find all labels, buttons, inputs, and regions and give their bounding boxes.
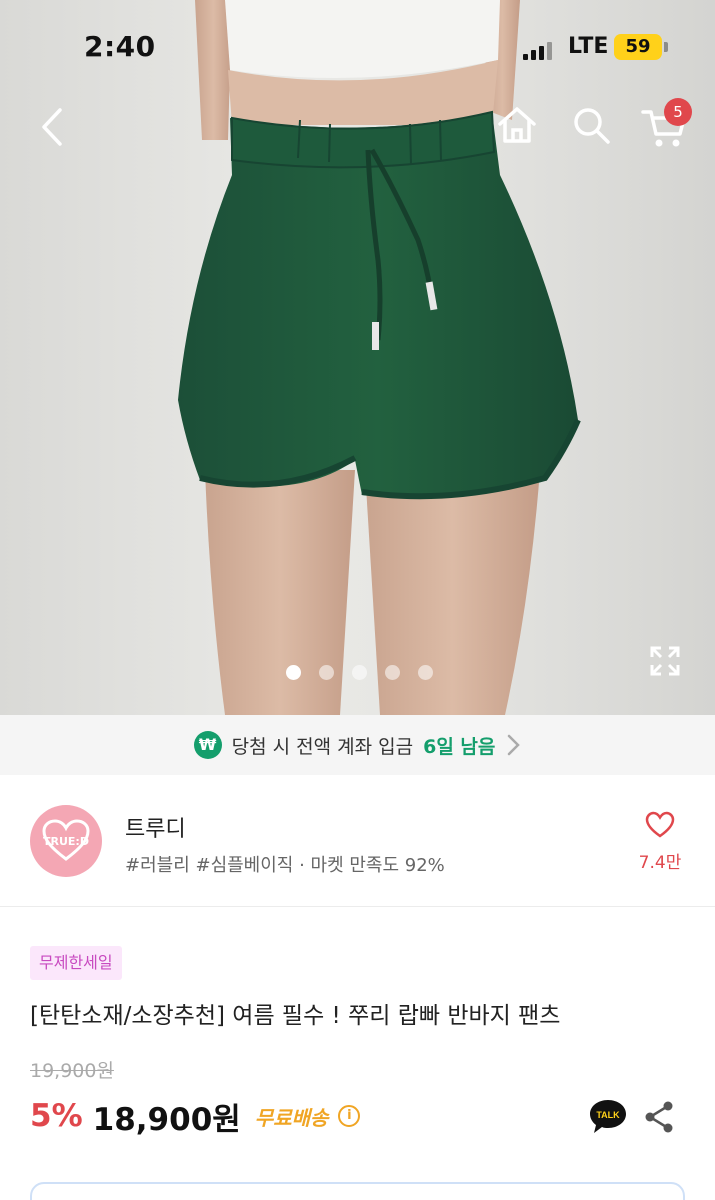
heart-icon[interactable]: [645, 811, 675, 839]
sale-badge: 무제한세일: [30, 946, 122, 980]
won-icon: ₩: [193, 731, 222, 759]
gallery-pagination: [286, 665, 433, 681]
cart-count-badge: 5: [664, 98, 692, 126]
signal-icon: [523, 42, 552, 60]
event-banner[interactable]: ₩ 당첨 시 전액 계좌 입금 6일 남음: [0, 715, 715, 775]
gallery-dot[interactable]: [418, 665, 433, 680]
gallery-dot[interactable]: [352, 665, 367, 680]
back-arrow-icon[interactable]: [36, 104, 68, 150]
gallery-dot[interactable]: [319, 665, 334, 680]
product-image[interactable]: 2:40 LTE 59 5: [0, 0, 715, 715]
store-section[interactable]: TRUE:D 트루디 #러블리 #심플베이직 · 마켓 만족도 92% 7.4만: [0, 775, 715, 907]
like-count: 7.4만: [638, 853, 682, 873]
price-row: 5% 18,900원 무료배송 i: [30, 1094, 361, 1138]
status-bar: 2:40 LTE 59: [0, 0, 715, 96]
info-icon[interactable]: i: [338, 1105, 361, 1127]
event-days-left: 6일 남음: [423, 735, 496, 758]
free-shipping-label: 무료배송: [254, 1105, 329, 1130]
sale-price: 18,900원: [92, 1101, 241, 1138]
search-icon[interactable]: [570, 104, 612, 146]
expand-icon[interactable]: [650, 646, 680, 676]
talk-icon-label: TALK: [596, 1110, 620, 1120]
network-type: LTE: [568, 34, 609, 59]
store-name[interactable]: 트루디: [125, 811, 186, 843]
home-icon[interactable]: [496, 104, 538, 146]
store-logo-text: TRUE:D: [43, 835, 89, 848]
event-text: 당첨 시 전액 계좌 입금: [231, 735, 414, 758]
bottom-card[interactable]: [30, 1182, 685, 1200]
gallery-dot[interactable]: [385, 665, 400, 680]
talk-icon[interactable]: TALK: [588, 1096, 628, 1136]
status-time: 2:40: [84, 30, 156, 63]
chevron-right-icon: [508, 734, 521, 756]
battery-icon: 59: [614, 34, 668, 60]
store-logo[interactable]: TRUE:D: [30, 805, 102, 877]
store-tags: #러블리 #심플베이직 · 마켓 만족도 92%: [125, 855, 445, 876]
discount-rate: 5%: [30, 1098, 83, 1134]
share-icon[interactable]: [644, 1100, 674, 1134]
product-title: [탄탄소재/소장추천] 여름 필수 ! 쭈리 랍빠 반바지 팬츠: [30, 1003, 561, 1029]
gallery-dot[interactable]: [286, 665, 301, 680]
original-price: 19,900원: [30, 1060, 114, 1082]
